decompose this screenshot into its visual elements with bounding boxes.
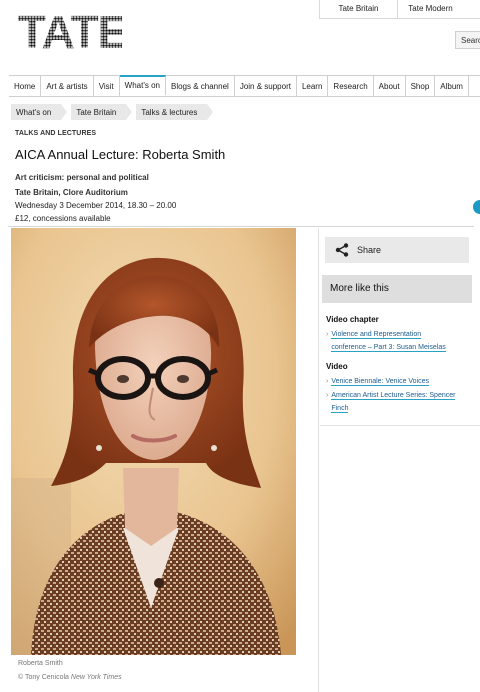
related-link-continued[interactable]: ›Finch bbox=[326, 402, 349, 415]
nav-item-learn[interactable]: Learn bbox=[297, 76, 329, 96]
section-label: TALKS AND LECTURES bbox=[15, 130, 97, 137]
related-link[interactable]: › American Artist Lecture Series: Spencer bbox=[326, 389, 456, 402]
main-nav: Home Art & artists Visit What's on Blogs… bbox=[9, 75, 480, 97]
scroll-indicator[interactable] bbox=[473, 200, 480, 214]
event-venue: Tate Britain, Clore Auditorium bbox=[15, 188, 128, 197]
photo-caption: Roberta Smith bbox=[18, 660, 63, 667]
nav-item-join-support[interactable]: Join & support bbox=[235, 76, 297, 96]
nav-item-research[interactable]: Research bbox=[328, 76, 374, 96]
nav-item-home[interactable]: Home bbox=[9, 76, 42, 96]
share-label: Share bbox=[357, 245, 382, 255]
nav-item-album[interactable]: Album bbox=[435, 76, 469, 96]
nav-item-blogs[interactable]: Blogs & channel bbox=[166, 76, 235, 96]
related-link-continued[interactable]: ›conference – Part 3: Susan Meiselas bbox=[326, 341, 446, 354]
event-price: £12, concessions available bbox=[15, 214, 111, 223]
nav-item-art-artists[interactable]: Art & artists bbox=[41, 76, 94, 96]
event-date: Wednesday 3 December 2014, 18.30 – 20.00 bbox=[15, 201, 177, 210]
more-like-this-heading: More like this bbox=[322, 275, 472, 303]
related-link[interactable]: › Venice Biennale: Venice Voices bbox=[326, 375, 430, 388]
photo-credit: © Tony Cenicola New York Times bbox=[18, 674, 122, 681]
top-links: Tate Britain Tate Modern bbox=[319, 0, 480, 19]
related-link[interactable]: › Violence and Representation bbox=[326, 328, 422, 341]
share-button[interactable]: Share bbox=[325, 237, 469, 263]
nav-item-shop[interactable]: Shop bbox=[406, 76, 436, 96]
search-button[interactable]: Search bbox=[455, 31, 480, 49]
nav-item-whats-on[interactable]: What's on bbox=[119, 75, 166, 95]
divider bbox=[8, 226, 474, 227]
share-icon bbox=[335, 243, 349, 257]
breadcrumb-talks-lectures[interactable]: Talks & lectures bbox=[136, 104, 214, 120]
top-link-tate-modern[interactable]: Tate Modern bbox=[397, 0, 463, 18]
top-link-tate-britain[interactable]: Tate Britain bbox=[319, 0, 397, 18]
page-title: AICA Annual Lecture: Roberta Smith bbox=[15, 147, 226, 162]
nav-item-about[interactable]: About bbox=[374, 76, 406, 96]
sidebar-border bbox=[318, 228, 319, 692]
portrait-photo bbox=[11, 228, 296, 655]
breadcrumb-tate-britain[interactable]: Tate Britain bbox=[71, 104, 133, 120]
sidebar-divider bbox=[320, 425, 480, 426]
svg-text:TATE: TATE bbox=[18, 8, 122, 52]
related-heading-video: Video bbox=[326, 362, 348, 371]
tate-logo[interactable]: TATE bbox=[18, 8, 122, 52]
breadcrumb: What's on Tate Britain Talks & lectures bbox=[11, 104, 214, 120]
nav-item-visit[interactable]: Visit bbox=[94, 76, 120, 96]
event-subtitle: Art criticism: personal and political bbox=[15, 173, 149, 182]
breadcrumb-whats-on[interactable]: What's on bbox=[11, 104, 68, 120]
related-heading-video-chapter: Video chapter bbox=[326, 315, 379, 324]
